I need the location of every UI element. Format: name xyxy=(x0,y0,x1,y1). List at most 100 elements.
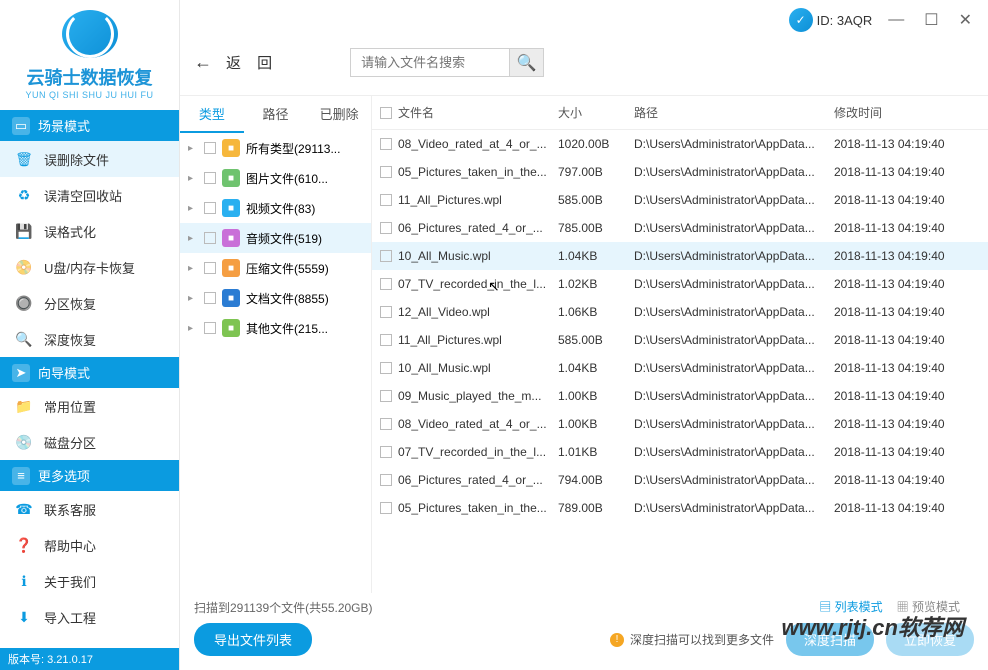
nav-more-0[interactable]: ☎联系客服 xyxy=(0,491,179,527)
expand-icon[interactable]: ▸ xyxy=(188,233,198,244)
file-row[interactable]: 08_Video_rated_at_4_or_...1.00KBD:\Users… xyxy=(372,410,988,438)
type-icon: ■ xyxy=(222,259,240,277)
file-path: D:\Users\Administrator\AppData... xyxy=(634,473,834,487)
tab-deleted[interactable]: 已删除 xyxy=(307,96,371,133)
type-row[interactable]: ▸■图片文件(610... xyxy=(180,163,371,193)
nav-icon: ♻ xyxy=(14,185,34,205)
file-row[interactable]: 08_Video_rated_at_4_or_...1020.00BD:\Use… xyxy=(372,130,988,158)
col-filename[interactable]: 文件名 xyxy=(380,104,558,121)
expand-icon[interactable]: ▸ xyxy=(188,173,198,184)
expand-icon[interactable]: ▸ xyxy=(188,263,198,274)
expand-icon[interactable]: ▸ xyxy=(188,323,198,334)
col-path[interactable]: 路径 xyxy=(634,104,834,121)
nav-scene-2[interactable]: 💾 误格式化 xyxy=(0,213,179,249)
file-size: 1.00KB xyxy=(558,417,634,431)
back-button[interactable]: ← 返 回 xyxy=(194,52,278,73)
file-row[interactable]: 05_Pictures_taken_in_the...789.00BD:\Use… xyxy=(372,494,988,522)
tab-path[interactable]: 路径 xyxy=(244,96,308,133)
nav-more-2[interactable]: ℹ关于我们 xyxy=(0,563,179,599)
type-row[interactable]: ▸■文档文件(8855) xyxy=(180,283,371,313)
nav-scene-3[interactable]: 📀U盘/内存卡恢复 xyxy=(0,249,179,285)
file-column: 文件名 大小 路径 修改时间 08_Video_rated_at_4_or_..… xyxy=(372,96,988,593)
wizard-mode-header: ➤ 向导模式 xyxy=(0,357,179,388)
file-row[interactable]: 09_Music_played_the_m...1.00KBD:\Users\A… xyxy=(372,382,988,410)
file-checkbox[interactable] xyxy=(380,306,392,318)
file-checkbox[interactable] xyxy=(380,138,392,150)
deep-scan-hint: ! 深度扫描可以找到更多文件 xyxy=(610,631,774,648)
type-row[interactable]: ▸■压缩文件(5559) xyxy=(180,253,371,283)
file-row[interactable]: 11_All_Pictures.wpl585.00BD:\Users\Admin… xyxy=(372,326,988,354)
type-row[interactable]: ▸■视频文件(83) xyxy=(180,193,371,223)
expand-icon[interactable]: ▸ xyxy=(188,293,198,304)
file-checkbox[interactable] xyxy=(380,194,392,206)
type-checkbox[interactable] xyxy=(204,172,216,184)
type-row[interactable]: ▸■其他文件(215... xyxy=(180,313,371,343)
type-checkbox[interactable] xyxy=(204,202,216,214)
type-checkbox[interactable] xyxy=(204,292,216,304)
file-name: 05_Pictures_taken_in_the... xyxy=(398,501,547,515)
file-checkbox[interactable] xyxy=(380,390,392,402)
type-row[interactable]: ▸■音频文件(519) xyxy=(180,223,371,253)
file-row[interactable]: 10_All_Music.wpl1.04KBD:\Users\Administr… xyxy=(372,354,988,382)
file-row[interactable]: 10_All_Music.wpl1.04KBD:\Users\Administr… xyxy=(372,242,988,270)
nav-scene-0[interactable]: 🗑误删除文件 xyxy=(0,141,179,177)
export-button[interactable]: 导出文件列表 xyxy=(194,623,312,656)
col-time[interactable]: 修改时间 xyxy=(834,104,980,121)
minimize-button[interactable]: — xyxy=(884,11,908,29)
nav-scene-4[interactable]: 🔘分区恢复 xyxy=(0,285,179,321)
file-row[interactable]: 12_All_Video.wpl1.06KBD:\Users\Administr… xyxy=(372,298,988,326)
file-path: D:\Users\Administrator\AppData... xyxy=(634,445,834,459)
select-all-checkbox[interactable] xyxy=(380,107,392,119)
file-checkbox[interactable] xyxy=(380,222,392,234)
nav-scene-5[interactable]: 🔍深度恢复 xyxy=(0,321,179,357)
file-checkbox[interactable] xyxy=(380,250,392,262)
expand-icon[interactable]: ▸ xyxy=(188,143,198,154)
col-size[interactable]: 大小 xyxy=(558,104,634,121)
recover-button[interactable]: 立即恢复 xyxy=(886,623,974,656)
file-checkbox[interactable] xyxy=(380,502,392,514)
file-path: D:\Users\Administrator\AppData... xyxy=(634,193,834,207)
file-checkbox[interactable] xyxy=(380,334,392,346)
nav-label: 误格式化 xyxy=(44,222,96,241)
type-row[interactable]: ▸■所有类型(29113... xyxy=(180,133,371,163)
nav-wizard-1[interactable]: 💿磁盘分区 xyxy=(0,424,179,460)
file-checkbox[interactable] xyxy=(380,446,392,458)
nav-more-3[interactable]: ⬇导入工程 xyxy=(0,599,179,635)
file-size: 789.00B xyxy=(558,501,634,515)
file-path: D:\Users\Administrator\AppData... xyxy=(634,333,834,347)
deep-scan-button[interactable]: 深度扫描 xyxy=(786,623,874,656)
file-checkbox[interactable] xyxy=(380,418,392,430)
preview-view-button[interactable]: ▦ 预览模式 xyxy=(897,598,960,615)
type-checkbox[interactable] xyxy=(204,262,216,274)
file-time: 2018-11-13 04:19:40 xyxy=(834,221,980,235)
file-row[interactable]: 07_TV_recorded_in_the_l...1.02KBD:\Users… xyxy=(372,270,988,298)
file-row[interactable]: 06_Pictures_rated_4_or_...785.00BD:\User… xyxy=(372,214,988,242)
back-arrow-icon: ← xyxy=(194,52,218,73)
file-row[interactable]: 05_Pictures_taken_in_the...797.00BD:\Use… xyxy=(372,158,988,186)
file-checkbox[interactable] xyxy=(380,474,392,486)
tab-type[interactable]: 类型 xyxy=(180,96,244,133)
type-checkbox[interactable] xyxy=(204,142,216,154)
file-row[interactable]: 07_TV_recorded_in_the_l...1.01KBD:\Users… xyxy=(372,438,988,466)
file-row[interactable]: 11_All_Pictures.wpl585.00BD:\Users\Admin… xyxy=(372,186,988,214)
maximize-button[interactable]: ☐ xyxy=(920,10,942,30)
file-checkbox[interactable] xyxy=(380,166,392,178)
nav-scene-1[interactable]: ♻误清空回收站 xyxy=(0,177,179,213)
file-checkbox[interactable] xyxy=(380,278,392,290)
nav-icon: ❓ xyxy=(14,535,34,555)
search-box: 🔍 xyxy=(350,48,544,77)
search-button[interactable]: 🔍 xyxy=(510,48,544,77)
file-checkbox[interactable] xyxy=(380,362,392,374)
nav-icon: 💾 xyxy=(14,221,34,241)
file-row[interactable]: 06_Pictures_rated_4_or_...794.00BD:\User… xyxy=(372,466,988,494)
type-checkbox[interactable] xyxy=(204,232,216,244)
close-button[interactable]: ✕ xyxy=(955,10,976,30)
type-icon: ■ xyxy=(222,139,240,157)
nav-wizard-0[interactable]: 📁常用位置 xyxy=(0,388,179,424)
nav-more-1[interactable]: ❓帮助中心 xyxy=(0,527,179,563)
type-checkbox[interactable] xyxy=(204,322,216,334)
expand-icon[interactable]: ▸ xyxy=(188,203,198,214)
list-view-button[interactable]: ▤ 列表模式 xyxy=(819,598,882,615)
search-input[interactable] xyxy=(350,48,510,77)
nav-icon: ☎ xyxy=(14,499,34,519)
